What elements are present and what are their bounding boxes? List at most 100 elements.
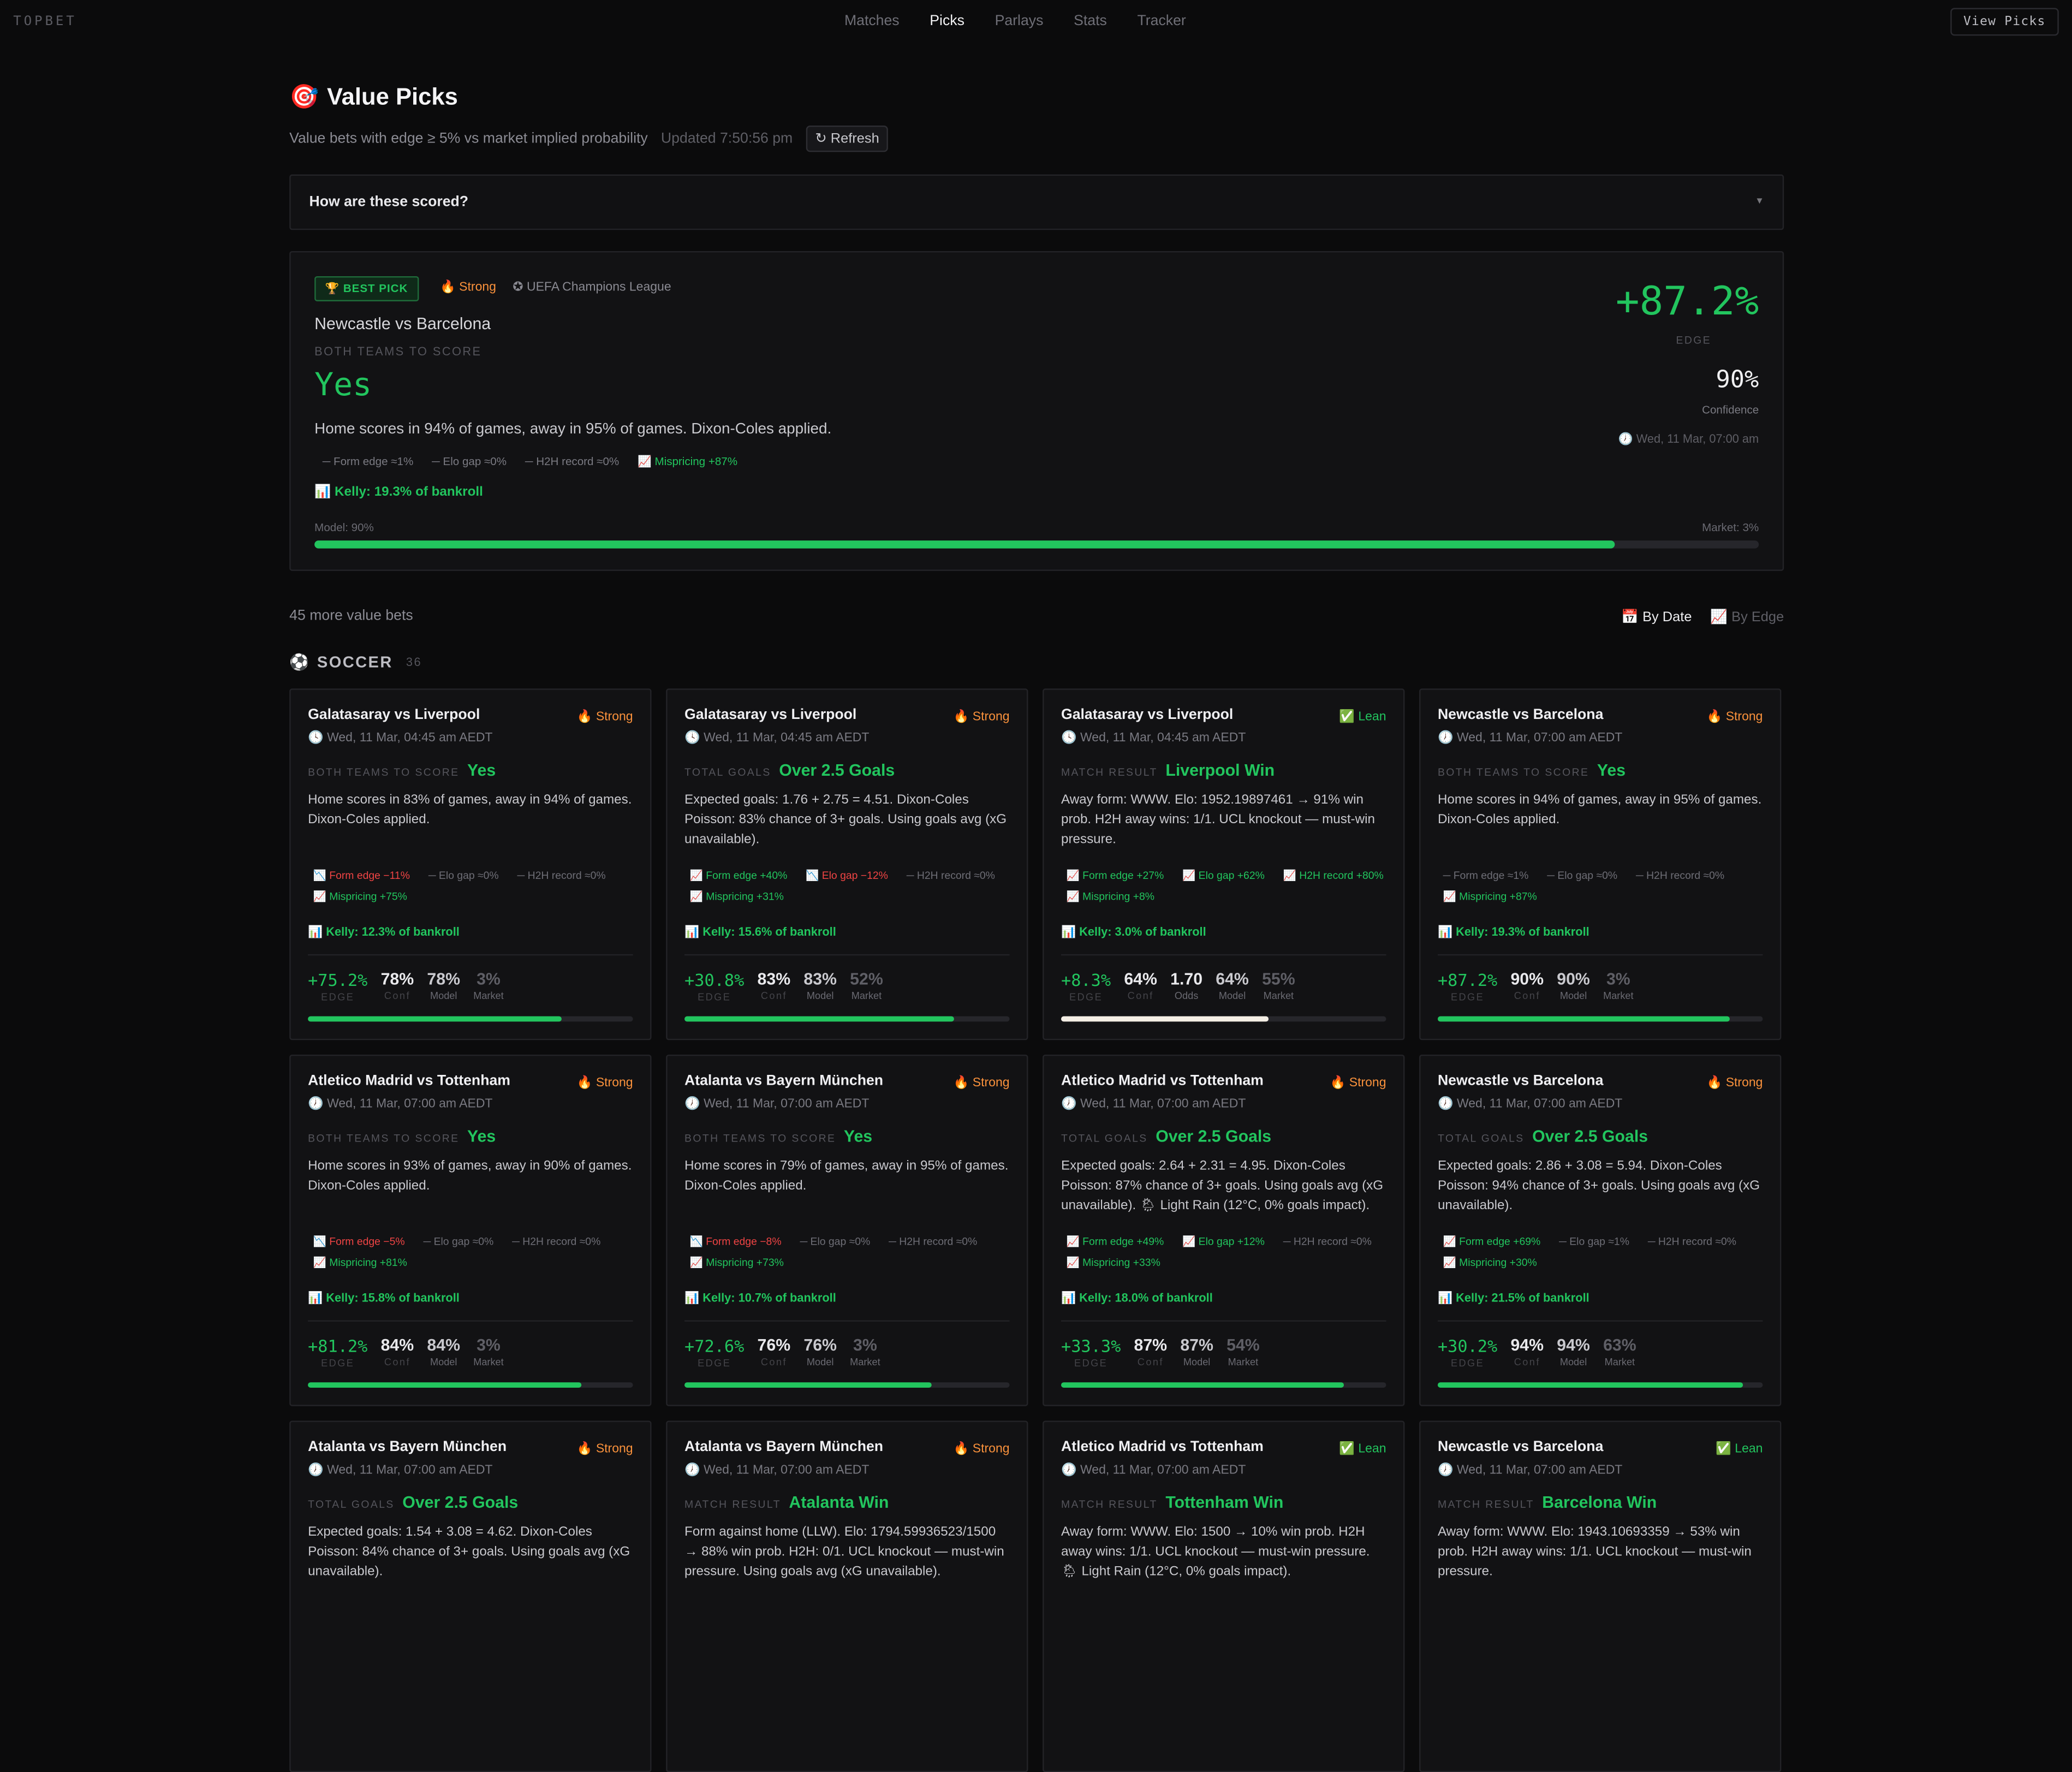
card-market-row: BOTH TEAMS TO SCORE Yes <box>308 761 496 780</box>
card-kickoff-time: 🕓 Wed, 11 Mar, 04:45 am AEDT <box>684 730 870 746</box>
factor-chip: 📉 Form edge −5% <box>313 1235 405 1248</box>
stat-conf-value: 87% <box>1134 1336 1168 1355</box>
best-pick-card[interactable]: 🏆 BEST PICK 🔥 Strong ✪ UEFA Champions Le… <box>289 251 1784 571</box>
stat-edge: +75.2% EDGE <box>308 970 367 1003</box>
stat-model: 78% Model <box>427 970 460 1002</box>
factor-form: ─ Form edge ≈1% <box>322 454 414 468</box>
nav-stats[interactable]: Stats <box>1074 13 1107 29</box>
pick-card[interactable]: Newcastle vs Barcelona 🔥 Strong 🕖 Wed, 11 … <box>1419 688 1782 1040</box>
card-kickoff-time: 🕖 Wed, 11 Mar, 07:00 am AEDT <box>1437 730 1623 746</box>
stat-conf-label: Conf <box>760 1355 787 1368</box>
league-label: ✪ UEFA Champions League <box>513 280 671 295</box>
stat-model-label: Model <box>1183 1355 1211 1368</box>
card-kelly: 📊 Kelly: 18.0% of bankroll <box>1061 1291 1213 1305</box>
factor-chip: 📈 Mispricing +33% <box>1066 1257 1160 1269</box>
card-confidence-fill <box>1061 1382 1344 1388</box>
stat-conf-label: Conf <box>384 990 410 1002</box>
card-market-label: TOTAL GOALS <box>1061 1132 1148 1145</box>
pick-card[interactable]: Newcastle vs Barcelona 🔥 Strong 🕖 Wed, 11 … <box>1419 1054 1782 1406</box>
card-market-row: MATCH RESULT Liverpool Win <box>1061 761 1275 780</box>
nav-tracker[interactable]: Tracker <box>1137 13 1186 29</box>
card-market-label: TOTAL GOALS <box>308 1499 395 1511</box>
card-confidence-bar <box>308 1016 633 1022</box>
card-strength-badge: 🔥 Strong <box>576 710 633 724</box>
card-factors: 📈 Form edge +40% 📉 Elo gap −12% ─ H2H reco… <box>690 870 1014 903</box>
view-picks-button[interactable]: View Picks <box>1950 8 2059 36</box>
pick-card[interactable]: Galatasaray vs Liverpool ✅ Lean 🕓 Wed, 11 … <box>1043 688 1405 1040</box>
scoring-explainer[interactable]: How are these scored? ▼ <box>289 174 1784 230</box>
stat-odds-value: 1.70 <box>1170 970 1203 989</box>
model-progress-fill <box>314 540 1615 549</box>
factor-chip: ─ Elo gap ≈0% <box>1547 869 1618 882</box>
stat-conf: 90% Conf <box>1510 970 1544 1002</box>
target-icon: 🎯 <box>289 83 319 110</box>
stat-model: 83% Model <box>803 970 837 1002</box>
stat-conf-value: 84% <box>380 1336 414 1355</box>
pick-card[interactable]: Atalanta vs Bayern München 🔥 Strong 🕖 Wed,… <box>666 1054 1028 1406</box>
factor-chip: ─ Elo gap ≈1% <box>1559 1235 1629 1248</box>
factor-h2h: ─ H2H record ≈0% <box>525 454 620 468</box>
card-stats: +30.2% EDGE 94% Conf 94% Model 63% Market <box>1438 1336 1636 1370</box>
card-kelly: 📊 Kelly: 15.6% of bankroll <box>684 925 836 938</box>
stat-conf-label: Conf <box>1514 1355 1540 1368</box>
sort-by-date-button[interactable]: 📅 By Date <box>1621 608 1692 625</box>
card-strength-badge: ✅ Lean <box>1339 710 1386 724</box>
sort-by-edge-button[interactable]: 📈 By Edge <box>1710 608 1784 625</box>
card-confidence-fill <box>684 1016 955 1022</box>
card-divider <box>1437 954 1763 956</box>
card-market-row: MATCH RESULT Barcelona Win <box>1438 1494 1657 1512</box>
card-confidence-fill <box>308 1016 562 1022</box>
card-kickoff-time: 🕖 Wed, 11 Mar, 07:00 am AEDT <box>684 1097 870 1111</box>
nav-parlays[interactable]: Parlays <box>995 13 1044 29</box>
factor-chip: 📈 Mispricing +87% <box>1443 890 1537 903</box>
factor-chip: 📈 Mispricing +30% <box>1443 1257 1537 1269</box>
refresh-button[interactable]: ↻ Refresh <box>806 125 889 152</box>
pick-card[interactable]: Atletico Madrid vs Tottenham 🔥 Strong 🕖 We… <box>1043 1054 1405 1406</box>
stat-model-label: Model <box>1559 990 1587 1002</box>
card-description: Away form: WWW. Elo: 1943.10693359 → 53%… <box>1437 1525 1752 1579</box>
card-market-label: MATCH RESULT <box>1061 766 1158 778</box>
factor-chip: 📉 Form edge −11% <box>313 869 410 882</box>
card-market-label: BOTH TEAMS TO SCORE <box>308 1132 460 1145</box>
card-pick-value: Barcelona Win <box>1542 1493 1657 1512</box>
brand-logo[interactable]: TOPBET <box>13 15 77 29</box>
pick-card[interactable]: Galatasaray vs Liverpool 🔥 Strong 🕓 Wed, 1… <box>666 688 1028 1040</box>
pick-card[interactable]: Atletico Madrid vs Tottenham 🔥 Strong 🕖 We… <box>289 1054 652 1406</box>
pick-card[interactable]: Galatasaray vs Liverpool 🔥 Strong 🕓 Wed, 1… <box>289 688 652 1040</box>
pick-card[interactable]: Atalanta vs Bayern München 🔥 Strong 🕖 Wed,… <box>666 1420 1028 1772</box>
stat-conf: 84% Conf <box>381 1336 414 1368</box>
stat-market-label: Market <box>1603 990 1634 1002</box>
card-strength-badge: ✅ Lean <box>1339 1442 1386 1456</box>
card-kickoff-time: 🕖 Wed, 11 Mar, 07:00 am AEDT <box>1061 1462 1246 1478</box>
pick-card[interactable]: Newcastle vs Barcelona ✅ Lean 🕖 Wed, 11 Ma… <box>1419 1420 1782 1772</box>
factor-chip: ─ Form edge ≈1% <box>1443 869 1529 882</box>
stat-conf: 78% Conf <box>381 970 414 1002</box>
stat-market: 3% Market <box>473 970 503 1002</box>
market-prob-label: Market: 3% <box>1702 520 1759 534</box>
card-stats: +72.6% EDGE 76% Conf 76% Model 3% Market <box>684 1336 880 1370</box>
card-kickoff-time: 🕓 Wed, 11 Mar, 04:45 am AEDT <box>308 730 493 746</box>
card-strength-badge: 🔥 Strong <box>953 1075 1010 1091</box>
stat-model-label: Model <box>430 990 457 1002</box>
stat-model: 87% Model <box>1180 1336 1213 1368</box>
card-kelly: 📊 Kelly: 15.8% of bankroll <box>308 1291 460 1305</box>
pick-card[interactable]: Atalanta vs Bayern München 🔥 Strong 🕖 Wed,… <box>289 1420 652 1772</box>
card-strength-badge: 🔥 Strong <box>953 710 1010 724</box>
card-market-row: TOTAL GOALS Over 2.5 Goals <box>1061 1127 1271 1146</box>
stat-market-value: 55% <box>1262 970 1295 989</box>
stat-model-value: 84% <box>427 1336 461 1355</box>
pick-card[interactable]: Atletico Madrid vs Tottenham ✅ Lean 🕖 Wed,… <box>1043 1420 1405 1772</box>
best-kickoff-time: 🕖 Wed, 11 Mar, 07:00 am <box>1618 432 1759 445</box>
stat-model-value: 87% <box>1180 1336 1213 1355</box>
nav-matches[interactable]: Matches <box>844 13 900 29</box>
stat-edge: +8.3% EDGE <box>1061 970 1111 1003</box>
stat-edge-value: +81.2% <box>308 1336 368 1356</box>
stat-conf-label: Conf <box>1137 1355 1164 1368</box>
best-pick-badge: 🏆 BEST PICK <box>314 276 419 301</box>
card-confidence-fill <box>1061 1016 1270 1022</box>
card-confidence-bar <box>684 1016 1010 1022</box>
card-pick-value: Over 2.5 Goals <box>1532 1127 1648 1146</box>
nav-picks[interactable]: Picks <box>930 13 964 29</box>
stat-edge-value: +30.2% <box>1437 1336 1498 1356</box>
stat-model-label: Model <box>806 1355 834 1368</box>
